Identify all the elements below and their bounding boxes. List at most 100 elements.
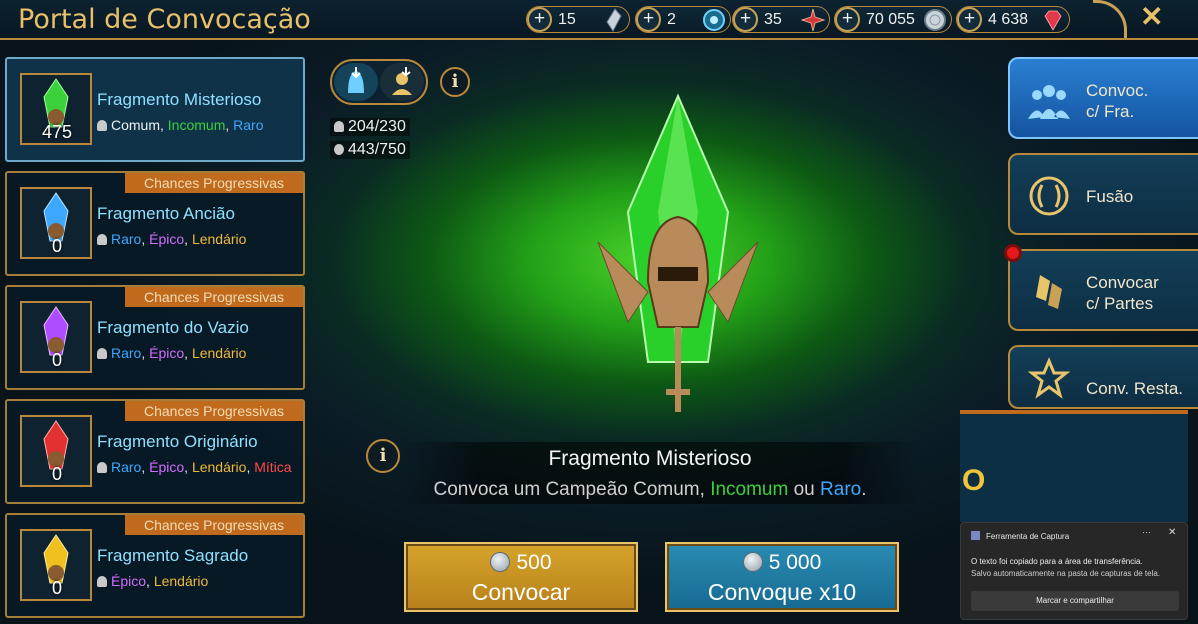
desc-common: Comum bbox=[633, 479, 700, 500]
shard-info-icon[interactable]: i bbox=[366, 439, 400, 473]
rarity-epic: Épico bbox=[149, 459, 185, 475]
shard-name: Fragmento Sagrado bbox=[97, 546, 249, 565]
desc-uncommon: Incomum bbox=[710, 479, 789, 500]
shard-thumbnail: 0 bbox=[20, 301, 92, 373]
tab-label-line1: Convoc. bbox=[1086, 81, 1149, 100]
rarity-rare: Raro bbox=[233, 117, 264, 133]
add-ancient-shards-button[interactable]: + bbox=[527, 7, 552, 32]
toggle-option-champion[interactable] bbox=[334, 63, 378, 101]
add-sacred-tokens-button[interactable]: + bbox=[636, 7, 661, 32]
tab-remnant-summon[interactable]: Conv. Resta. bbox=[1008, 345, 1198, 409]
shard-card-mystery[interactable]: 475 Fragmento Misterioso Comum, Incomum,… bbox=[5, 57, 305, 162]
covered-panel-letter: O bbox=[962, 464, 986, 497]
progressive-chances-banner: Chances Progressivas bbox=[125, 401, 303, 421]
void-stars-count: 35 bbox=[764, 10, 782, 28]
shard-pieces-icon bbox=[1036, 275, 1062, 309]
selected-shard-title: Fragmento Misterioso bbox=[548, 447, 752, 470]
gem-icon bbox=[1044, 10, 1062, 31]
add-gems-button[interactable]: + bbox=[957, 7, 982, 32]
tab-fusion[interactable]: Fusão bbox=[1008, 153, 1198, 235]
shard-card-ancient[interactable]: Chances Progressivas 0 Fragmento Ancião … bbox=[5, 171, 305, 276]
shard-count: 0 bbox=[51, 350, 62, 370]
tab-label-line1: Convocar bbox=[1086, 273, 1159, 292]
summon-label: Convocar bbox=[471, 579, 571, 605]
tab-label: Conv. Resta. bbox=[1086, 379, 1184, 398]
snipping-tool-notification[interactable]: Ferramenta de Captura ··· ✕ O texto foi … bbox=[960, 522, 1188, 620]
desc-prefix: Convoca um Campeão bbox=[433, 479, 634, 500]
champion-capacity-value: 204/230 bbox=[348, 118, 406, 135]
shard-name: Fragmento Misterioso bbox=[97, 90, 262, 109]
notification-line1: O texto foi copiado para a área de trans… bbox=[971, 557, 1143, 566]
vault-capacity-value: 443/750 bbox=[348, 141, 406, 158]
tab-shard-pieces[interactable]: Convocar c/ Partes bbox=[1008, 249, 1198, 331]
info-icon[interactable]: i bbox=[440, 67, 470, 97]
notification-close-button[interactable]: ✕ bbox=[1168, 527, 1176, 538]
toggle-option-vault[interactable] bbox=[380, 63, 424, 101]
summon-mode-toggle[interactable] bbox=[330, 59, 428, 105]
rarity-common: Comum bbox=[111, 117, 161, 133]
shard-rarities: Épico, Lendário bbox=[97, 573, 208, 589]
rarity-uncommon: Incomum bbox=[167, 117, 226, 133]
silver-coin-icon bbox=[924, 9, 946, 31]
silver-coin-icon bbox=[490, 552, 511, 572]
back-arc-icon[interactable] bbox=[1093, 0, 1127, 38]
close-button[interactable]: ✕ bbox=[1140, 0, 1163, 33]
covered-panel: O bbox=[960, 410, 1188, 522]
shard-card-primal[interactable]: Chances Progressivas 0 Fragmento Originá… bbox=[5, 399, 305, 504]
notification-line2: Salvo automaticamente na pasta de captur… bbox=[971, 569, 1161, 578]
notification-more-button[interactable]: ··· bbox=[1142, 527, 1151, 537]
shard-rarities: Comum, Incomum, Raro bbox=[97, 117, 264, 133]
sacred-token-icon bbox=[703, 9, 725, 31]
selected-shard-description: Convoca um Campeão Comum, Incomum ou Rar… bbox=[400, 479, 900, 501]
silver-coin-icon bbox=[742, 552, 763, 572]
tab-label: Convocar c/ Partes bbox=[1086, 272, 1159, 314]
progressive-chances-banner: Chances Progressivas bbox=[125, 515, 303, 535]
ancient-shard-icon bbox=[606, 8, 622, 32]
gems-count: 4 638 bbox=[988, 10, 1029, 28]
resource-void-stars[interactable]: + 35 bbox=[732, 6, 830, 33]
summon-button[interactable]: 500 Convocar bbox=[404, 542, 638, 612]
shard-rarities: Raro, Épico, Lendário bbox=[97, 231, 246, 247]
summon-x10-cost: 5 000 bbox=[667, 551, 897, 575]
helmet-icon bbox=[97, 576, 107, 587]
resource-silver[interactable]: + 70 055 bbox=[834, 6, 952, 33]
shard-name: Fragmento Originário bbox=[97, 432, 258, 451]
shard-card-void[interactable]: Chances Progressivas 0 Fragmento do Vazi… bbox=[5, 285, 305, 390]
person-icon bbox=[334, 144, 344, 155]
shard-thumbnail: 0 bbox=[20, 415, 92, 487]
markup-share-button[interactable]: Marcar e compartilhar bbox=[971, 591, 1179, 611]
tab-label: Convoc. c/ Fra. bbox=[1086, 80, 1148, 122]
shard-count: 475 bbox=[41, 122, 73, 142]
shard-name: Fragmento Ancião bbox=[97, 204, 235, 223]
champion-capacity: 204/230 bbox=[330, 118, 410, 136]
summon-x10-label: Convoque x10 bbox=[707, 579, 857, 605]
rarity-legendary: Lendário bbox=[153, 573, 209, 589]
resource-ancient-shards[interactable]: + 15 bbox=[526, 6, 630, 33]
silver-count: 70 055 bbox=[866, 10, 915, 28]
rarity-mythic: Mítica bbox=[254, 459, 292, 475]
rarity-epic: Épico bbox=[149, 231, 185, 247]
sacred-tokens-count: 2 bbox=[667, 10, 676, 28]
summon-cost-value: 500 bbox=[516, 551, 552, 574]
notification-dot-icon bbox=[1004, 244, 1022, 262]
rarity-epic: Épico bbox=[149, 345, 185, 361]
add-silver-button[interactable]: + bbox=[835, 7, 860, 32]
resource-sacred-tokens[interactable]: + 2 bbox=[635, 6, 731, 33]
rarity-legendary: Lendário bbox=[191, 231, 247, 247]
summon-x10-button[interactable]: 5 000 Convoque x10 bbox=[665, 542, 899, 612]
desc-separator: ou bbox=[788, 479, 821, 500]
shard-rarities: Raro, Épico, Lendário bbox=[97, 345, 246, 361]
shard-name: Fragmento do Vazio bbox=[97, 318, 249, 337]
shard-count: 0 bbox=[51, 236, 62, 256]
tab-shard-summon[interactable]: Convoc. c/ Fra. bbox=[1008, 57, 1198, 139]
shard-card-sacred[interactable]: Chances Progressivas 0 Fragmento Sagrado… bbox=[5, 513, 305, 618]
tab-label: Fusão bbox=[1086, 187, 1134, 206]
resource-gems[interactable]: + 4 638 bbox=[956, 6, 1070, 33]
summon-x10-cost-value: 5 000 bbox=[768, 551, 822, 574]
notification-header: Ferramenta de Captura bbox=[971, 531, 1069, 541]
shard-thumbnail: 475 bbox=[20, 73, 92, 145]
shard-rarities: Raro, Épico, Lendário, Mítica bbox=[97, 459, 292, 475]
add-void-stars-button[interactable]: + bbox=[733, 7, 758, 32]
void-star-icon bbox=[801, 8, 825, 32]
rarity-legendary: Lendário bbox=[191, 459, 247, 475]
